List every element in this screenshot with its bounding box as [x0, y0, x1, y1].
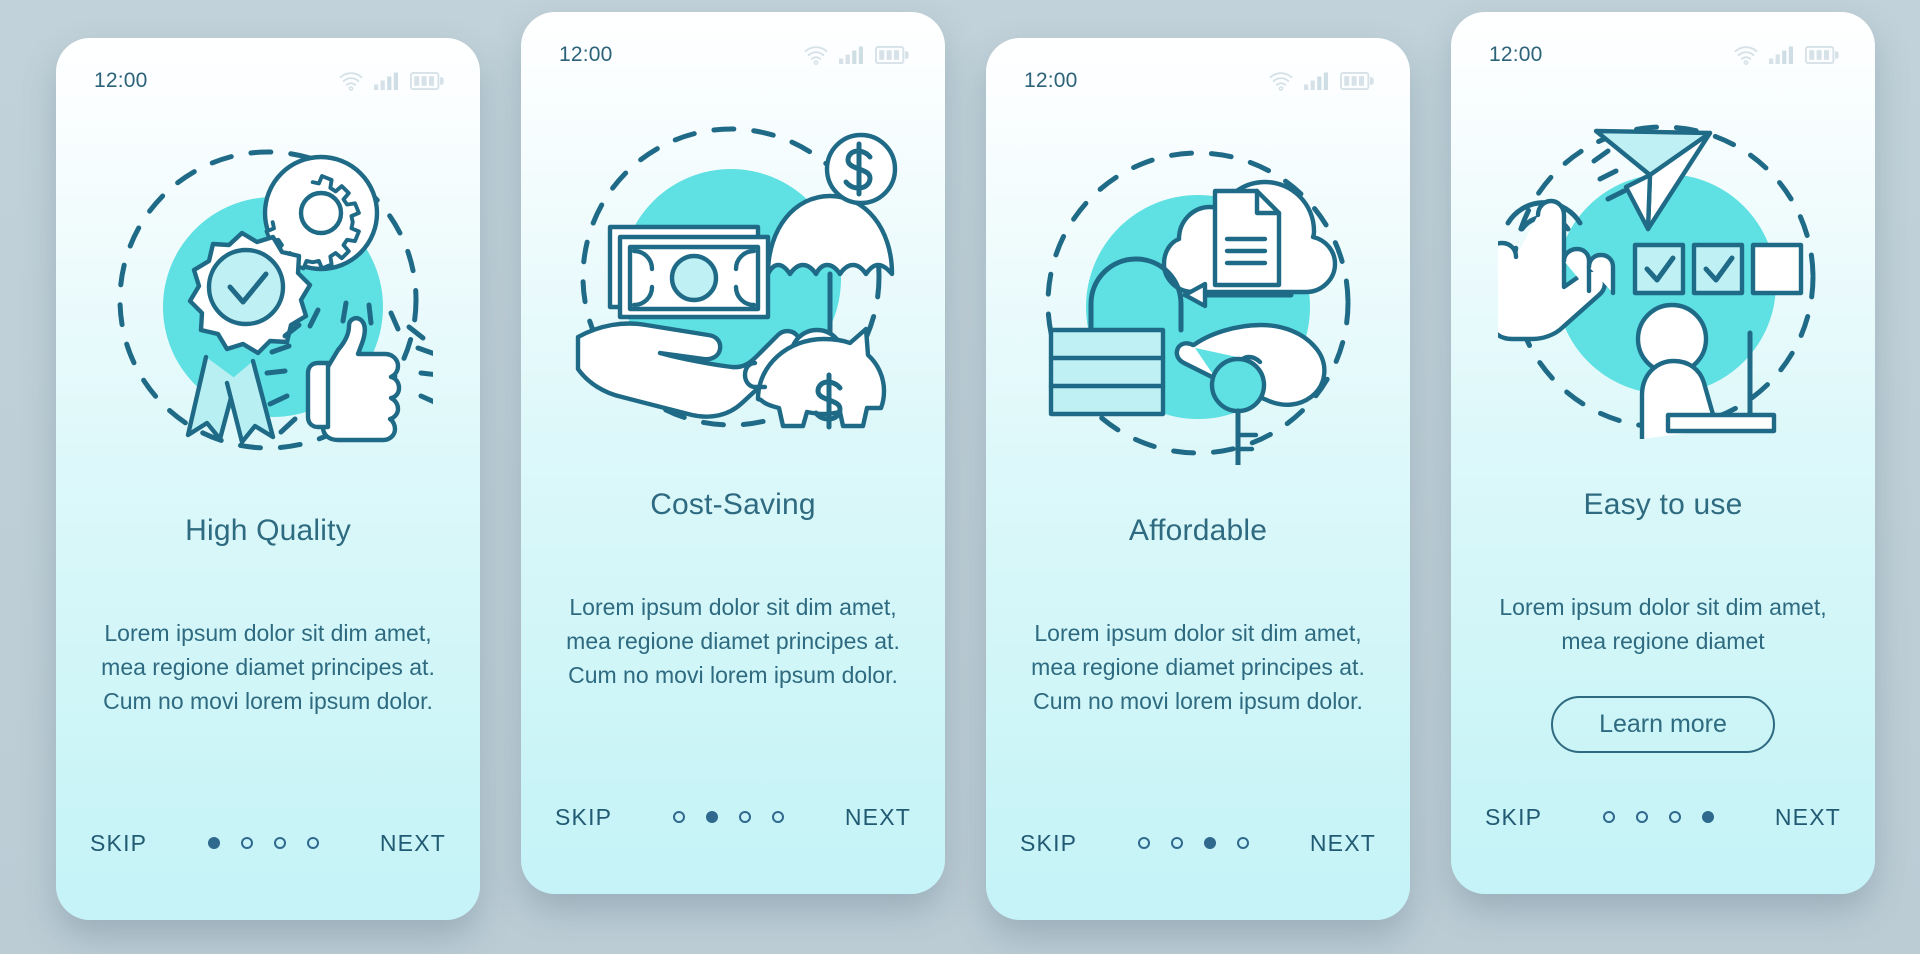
onboarding-screen-affordable: 12:00 Affordable Lorem ipsum dolor sit d…	[986, 38, 1410, 920]
next-button[interactable]: NEXT	[845, 804, 911, 831]
onboarding-screen-cost-saving: 12:00 Cost-Saving Lorem ipsum dolor sit …	[521, 12, 945, 894]
onboarding-navbar: SKIP NEXT	[521, 798, 945, 836]
status-bar: 12:00	[1451, 38, 1875, 72]
onboarding-navbar: SKIP NEXT	[1451, 798, 1875, 836]
status-bar-icons	[1269, 71, 1374, 91]
signal-icon	[1769, 46, 1793, 64]
status-bar: 12:00	[986, 64, 1410, 98]
learn-more-button[interactable]: Learn more	[1551, 696, 1775, 753]
battery-icon	[410, 72, 444, 90]
status-bar-icons	[1734, 45, 1839, 65]
status-bar-clock: 12:00	[1024, 69, 1078, 92]
skip-button[interactable]: SKIP	[90, 830, 147, 857]
pagination-dot-1[interactable]	[1138, 837, 1151, 849]
wifi-icon	[339, 71, 363, 91]
onboarding-screen-easy-to-use: 12:00 Easy to use Lorem ipsum dolor sit …	[1451, 12, 1875, 894]
next-button[interactable]: NEXT	[1775, 804, 1841, 831]
wifi-icon	[804, 45, 828, 65]
pagination-dot-3[interactable]	[739, 811, 752, 823]
status-bar-clock: 12:00	[1489, 43, 1543, 66]
pagination-dot-2[interactable]	[1636, 811, 1649, 823]
page-title: High Quality	[185, 514, 351, 547]
status-bar-clock: 12:00	[94, 69, 148, 92]
pagination-dots	[1603, 811, 1715, 823]
pagination-dot-2[interactable]	[241, 837, 254, 849]
battery-icon	[875, 46, 909, 64]
pagination-dot-4[interactable]	[307, 837, 320, 849]
illustration-easy-to-use	[1451, 84, 1875, 464]
onboarding-navbar: SKIP NEXT	[986, 824, 1410, 862]
page-description: Lorem ipsum dolor sit dim amet, mea regi…	[1499, 594, 1827, 654]
pagination-dot-3[interactable]	[1204, 837, 1217, 849]
page-title: Easy to use	[1583, 488, 1743, 521]
battery-icon	[1805, 46, 1839, 64]
signal-icon	[1304, 72, 1328, 90]
status-bar: 12:00	[521, 38, 945, 72]
status-bar-icons	[804, 45, 909, 65]
pagination-dots	[208, 837, 320, 849]
pagination-dot-1[interactable]	[1603, 811, 1616, 823]
learn-more-container: Learn more	[1451, 696, 1875, 753]
pagination-dot-4[interactable]	[772, 811, 785, 823]
pagination-dot-1[interactable]	[208, 837, 221, 849]
wifi-icon	[1734, 45, 1758, 65]
pagination-dot-3[interactable]	[274, 837, 287, 849]
onboarding-navbar: SKIP NEXT	[56, 824, 480, 862]
next-button[interactable]: NEXT	[380, 830, 446, 857]
pagination-dots	[1138, 837, 1250, 849]
battery-icon	[1340, 72, 1374, 90]
illustration-high-quality	[56, 110, 480, 490]
page-title: Affordable	[1128, 514, 1268, 547]
onboarding-screen-high-quality: 12:00 High Quality Lorem ipsum dolor sit…	[56, 38, 480, 920]
skip-button[interactable]: SKIP	[1485, 804, 1542, 831]
page-description: Lorem ipsum dolor sit dim amet, mea regi…	[101, 620, 435, 714]
next-button[interactable]: NEXT	[1310, 830, 1376, 857]
skip-button[interactable]: SKIP	[555, 804, 612, 831]
page-title: Cost-Saving	[650, 488, 816, 521]
signal-icon	[374, 72, 398, 90]
illustration-cost-saving	[521, 84, 945, 464]
pagination-dot-4[interactable]	[1237, 837, 1250, 849]
pagination-dot-2[interactable]	[1171, 837, 1184, 849]
status-bar: 12:00	[56, 64, 480, 98]
pagination-dot-4[interactable]	[1702, 811, 1715, 823]
illustration-affordable	[986, 110, 1410, 490]
pagination-dots	[673, 811, 785, 823]
pagination-dot-1[interactable]	[673, 811, 686, 823]
pagination-dot-3[interactable]	[1669, 811, 1682, 823]
status-bar-icons	[339, 71, 444, 91]
page-description: Lorem ipsum dolor sit dim amet, mea regi…	[566, 594, 900, 688]
skip-button[interactable]: SKIP	[1020, 830, 1077, 857]
signal-icon	[839, 46, 863, 64]
onboarding-screens-stage: 12:00 High Quality Lorem ipsum dolor sit…	[0, 0, 1920, 954]
wifi-icon	[1269, 71, 1293, 91]
pagination-dot-2[interactable]	[706, 811, 719, 823]
page-description: Lorem ipsum dolor sit dim amet, mea regi…	[1031, 620, 1365, 714]
status-bar-clock: 12:00	[559, 43, 613, 66]
